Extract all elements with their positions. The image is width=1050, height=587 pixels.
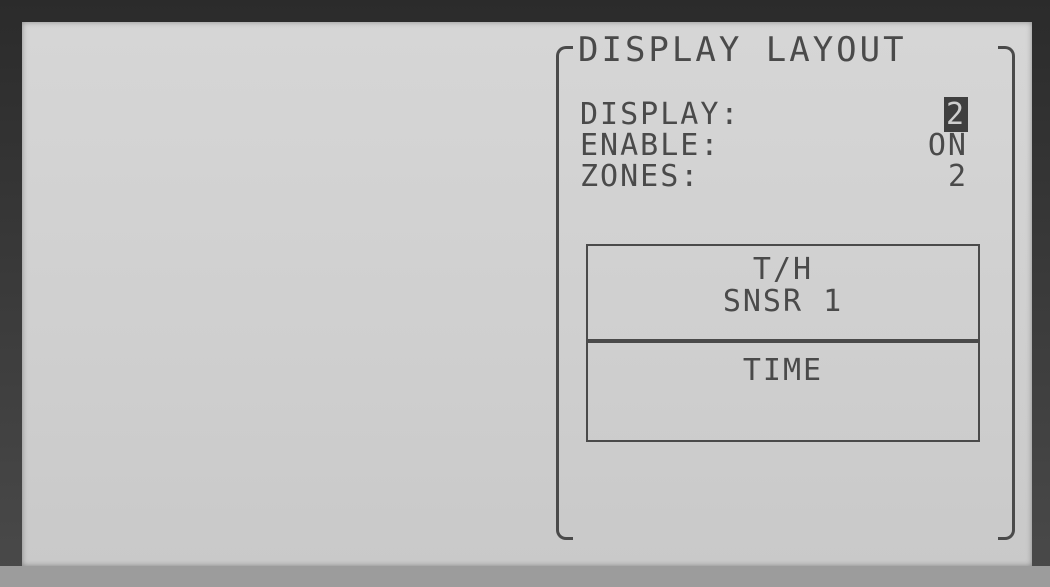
zone-1-line-1: T/H <box>752 252 814 287</box>
panel-bracket-right <box>998 46 1015 540</box>
panel-bracket-left <box>556 46 573 540</box>
zone-1-line-2: SNSR 1 <box>722 284 844 319</box>
display-label: DISPLAY: <box>580 97 741 132</box>
zones-label: ZONES: <box>580 159 701 194</box>
zones-value[interactable]: 2 <box>948 162 968 192</box>
zone-2-line-1: TIME <box>742 353 824 388</box>
zone-1-box[interactable]: T/H SNSR 1 <box>586 244 980 343</box>
enable-label: ENABLE: <box>580 128 721 163</box>
enable-value[interactable]: ON <box>928 131 968 161</box>
panel-title: DISPLAY LAYOUT <box>578 30 907 70</box>
display-value-selected[interactable]: 2 <box>943 97 968 132</box>
bezel-bottom-strip <box>0 566 1050 587</box>
zone-2-box[interactable]: TIME <box>586 339 980 442</box>
display-value[interactable]: 2 <box>943 97 968 132</box>
